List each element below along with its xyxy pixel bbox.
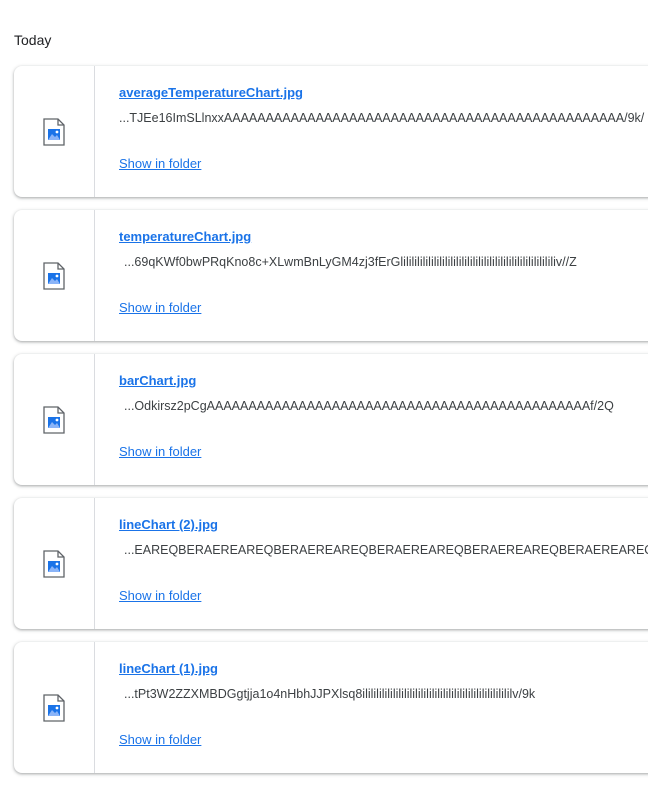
file-name-link[interactable]: lineChart (1).jpg <box>119 661 218 676</box>
image-file-icon <box>43 117 65 146</box>
file-source-url: ...TJEe16ImSLlnxxAAAAAAAAAAAAAAAAAAAAAAA… <box>119 111 645 125</box>
show-in-folder-link[interactable]: Show in folder <box>119 300 201 315</box>
file-name-link[interactable]: averageTemperatureChart.jpg <box>119 85 303 100</box>
download-details: lineChart (2).jpg ...EAREQBERAEREAREQBER… <box>95 498 648 629</box>
file-name-link[interactable]: barChart.jpg <box>119 373 196 388</box>
file-source-url: ...EAREQBERAEREAREQBERAEREAREQBERAEREARE… <box>124 543 648 557</box>
download-item: lineChart (2).jpg ...EAREQBERAEREAREQBER… <box>14 498 648 629</box>
image-file-icon <box>43 693 65 722</box>
download-item: temperatureChart.jpg ...69qKWf0bwPRqKno8… <box>14 210 648 341</box>
file-name-link[interactable]: temperatureChart.jpg <box>119 229 251 244</box>
show-in-folder-link[interactable]: Show in folder <box>119 588 201 603</box>
download-details: temperatureChart.jpg ...69qKWf0bwPRqKno8… <box>95 210 648 341</box>
file-source-url: ...Odkirsz2pCgAAAAAAAAAAAAAAAAAAAAAAAAAA… <box>124 399 614 413</box>
download-details: barChart.jpg ...Odkirsz2pCgAAAAAAAAAAAAA… <box>95 354 648 485</box>
download-icon-column <box>14 642 95 773</box>
download-icon-column <box>14 354 95 485</box>
download-details: lineChart (1).jpg ...tPt3W2ZZXMBDGgtjja1… <box>95 642 648 773</box>
downloads-list: averageTemperatureChart.jpg ...TJEe16ImS… <box>14 66 648 786</box>
image-file-icon <box>43 549 65 578</box>
image-file-icon <box>43 261 65 290</box>
show-in-folder-link[interactable]: Show in folder <box>119 444 201 459</box>
show-in-folder-link[interactable]: Show in folder <box>119 156 201 171</box>
file-source-url: ...tPt3W2ZZXMBDGgtjja1o4nHbhJJPXlsq8ilil… <box>124 687 536 701</box>
download-icon-column <box>14 66 95 197</box>
date-section-header: Today <box>14 32 52 48</box>
download-item: averageTemperatureChart.jpg ...TJEe16ImS… <box>14 66 648 197</box>
download-details: averageTemperatureChart.jpg ...TJEe16ImS… <box>95 66 648 197</box>
download-icon-column <box>14 210 95 341</box>
show-in-folder-link[interactable]: Show in folder <box>119 732 201 747</box>
download-item: lineChart (1).jpg ...tPt3W2ZZXMBDGgtjja1… <box>14 642 648 773</box>
image-file-icon <box>43 405 65 434</box>
file-source-url: ...69qKWf0bwPRqKno8c+XLwmBnLyGM4zj3fErGl… <box>124 255 577 269</box>
file-name-link[interactable]: lineChart (2).jpg <box>119 517 218 532</box>
download-item: barChart.jpg ...Odkirsz2pCgAAAAAAAAAAAAA… <box>14 354 648 485</box>
download-icon-column <box>14 498 95 629</box>
